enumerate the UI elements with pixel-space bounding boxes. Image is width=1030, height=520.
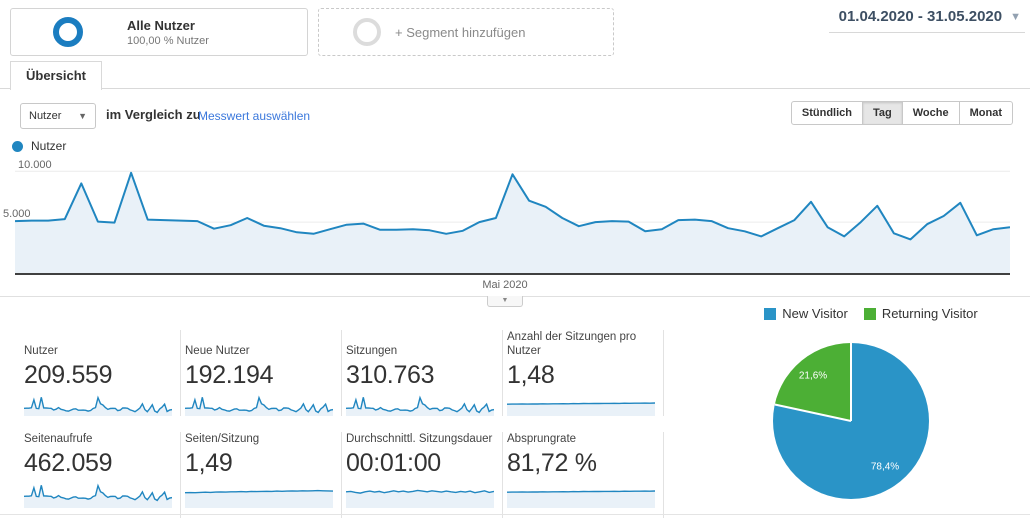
metric-card-anzahl-der-sitzungen-pro-nutzer[interactable]: Anzahl der Sitzungen pro Nutzer 1,48 xyxy=(503,330,664,416)
pie-slice-separator xyxy=(775,403,852,421)
granularity-button-group: StündlichTagWocheMonat xyxy=(792,101,1013,125)
metric-card-durchschnittl-sitzungsdauer[interactable]: Durchschnittl. Sitzungsdauer 00:01:00 xyxy=(342,432,503,518)
add-segment-button[interactable]: + Segment hinzufügen xyxy=(318,8,614,56)
pie-legend-label: New Visitor xyxy=(782,306,848,321)
chart-legend: Nutzer xyxy=(12,139,66,153)
segment-all-users-card[interactable]: Alle Nutzer 100,00 % Nutzer xyxy=(10,8,308,56)
chevron-down-icon: ▼ xyxy=(1010,11,1021,23)
x-axis-month-label: Mai 2020 xyxy=(458,279,552,291)
visitor-type-pie-chart[interactable]: 78,4% 21,6% xyxy=(773,343,929,499)
metric-label: Neue Nutzer xyxy=(185,330,333,358)
y-axis-tick-10000: 10.000 xyxy=(18,159,52,171)
select-metric-link[interactable]: Messwert auswählen xyxy=(198,109,310,123)
metric-card-absprungrate[interactable]: Absprungrate 81,72 % xyxy=(503,432,664,518)
metric-value: 1,48 xyxy=(507,361,655,390)
date-range-picker[interactable]: 01.04.2020 - 31.05.2020 ▼ xyxy=(829,6,1025,33)
chevron-down-icon: ▼ xyxy=(78,111,87,121)
series-legend-label: Nutzer xyxy=(31,139,66,153)
metric-label: Durchschnittl. Sitzungsdauer xyxy=(346,432,494,446)
metric-card-sitzungen[interactable]: Sitzungen 310.763 xyxy=(342,330,503,416)
y-axis-tick-5000: 5.000 xyxy=(3,208,31,220)
metric-value: 310.763 xyxy=(346,361,494,390)
metric-sparkline xyxy=(185,482,333,508)
metric-card-seitenaufrufe[interactable]: Seitenaufrufe 462.059 xyxy=(20,432,181,518)
segment-title: Alle Nutzer xyxy=(127,18,209,33)
metric-label: Anzahl der Sitzungen pro Nutzer xyxy=(507,330,655,358)
metric-label: Sitzungen xyxy=(346,330,494,358)
metric-sparkline xyxy=(507,482,655,508)
segment-subtitle: 100,00 % Nutzer xyxy=(127,35,209,47)
series-dot-icon xyxy=(12,141,23,152)
bottom-divider xyxy=(0,514,1030,515)
legend-square-icon xyxy=(864,308,876,320)
tab-uebersicht[interactable]: Übersicht xyxy=(10,61,102,90)
metric-value: 209.559 xyxy=(24,361,172,390)
pie-label-new-visitor: 78,4% xyxy=(871,462,899,473)
granularity-button-0[interactable]: Stündlich xyxy=(791,101,863,125)
add-segment-label: + Segment hinzufügen xyxy=(395,25,525,40)
pie-legend-label: Returning Visitor xyxy=(882,306,978,321)
metric-label: Seiten/Sitzung xyxy=(185,432,333,446)
metric-sparkline xyxy=(507,394,655,416)
add-segment-ring-icon xyxy=(353,18,381,46)
users-area-chart[interactable] xyxy=(15,158,1010,273)
metric-value: 81,72 % xyxy=(507,449,655,478)
legend-square-icon xyxy=(764,308,776,320)
analytics-overview-page: Alle Nutzer 100,00 % Nutzer + Segment hi… xyxy=(0,0,1030,520)
chevron-down-icon: ▼ xyxy=(502,297,509,304)
metric-value: 00:01:00 xyxy=(346,449,494,478)
segment-ring-icon xyxy=(53,17,83,47)
metric-label: Nutzer xyxy=(24,330,172,358)
date-range-label: 01.04.2020 - 31.05.2020 xyxy=(839,8,1002,25)
metric-value: 192.194 xyxy=(185,361,333,390)
metric-label: Absprungrate xyxy=(507,432,655,446)
pie-legend-item-0[interactable]: New Visitor xyxy=(764,306,848,321)
granularity-button-3[interactable]: Monat xyxy=(959,101,1013,125)
area-chart-svg xyxy=(15,158,1010,273)
metric-card-seiten-sitzung[interactable]: Seiten/Sitzung 1,49 xyxy=(181,432,342,518)
x-axis-line xyxy=(15,273,1010,275)
metric-card-neue-nutzer[interactable]: Neue Nutzer 192.194 xyxy=(181,330,342,416)
metric-sparkline xyxy=(24,394,172,416)
compare-label: im Vergleich zu xyxy=(106,107,201,122)
metric-sparkline xyxy=(185,394,333,416)
metric-value: 462.059 xyxy=(24,449,172,478)
metric-select-label: Nutzer xyxy=(29,110,61,122)
pie-legend-item-1[interactable]: Returning Visitor xyxy=(864,306,978,321)
metric-cards-grid: Nutzer 209.559 Neue Nutzer 192.194 Sitzungen… xyxy=(20,330,664,518)
pie-legend: New Visitor Returning Visitor xyxy=(740,306,1002,321)
metric-sparkline xyxy=(24,482,172,508)
metric-value: 1,49 xyxy=(185,449,333,478)
metric-card-nutzer[interactable]: Nutzer 209.559 xyxy=(20,330,181,416)
pie-label-returning-visitor: 21,6% xyxy=(799,371,827,382)
granularity-button-1[interactable]: Tag xyxy=(862,101,903,125)
timeline-expander-button[interactable]: ▼ xyxy=(487,296,523,307)
segment-text: Alle Nutzer 100,00 % Nutzer xyxy=(127,18,209,47)
metric-sparkline xyxy=(346,482,494,508)
metric-label: Seitenaufrufe xyxy=(24,432,172,446)
tabs-row: Übersicht xyxy=(0,60,1030,89)
pie-slice-separator xyxy=(850,343,852,421)
metric-select-dropdown[interactable]: Nutzer ▼ xyxy=(20,103,96,129)
metric-sparkline xyxy=(346,394,494,416)
granularity-button-2[interactable]: Woche xyxy=(902,101,960,125)
